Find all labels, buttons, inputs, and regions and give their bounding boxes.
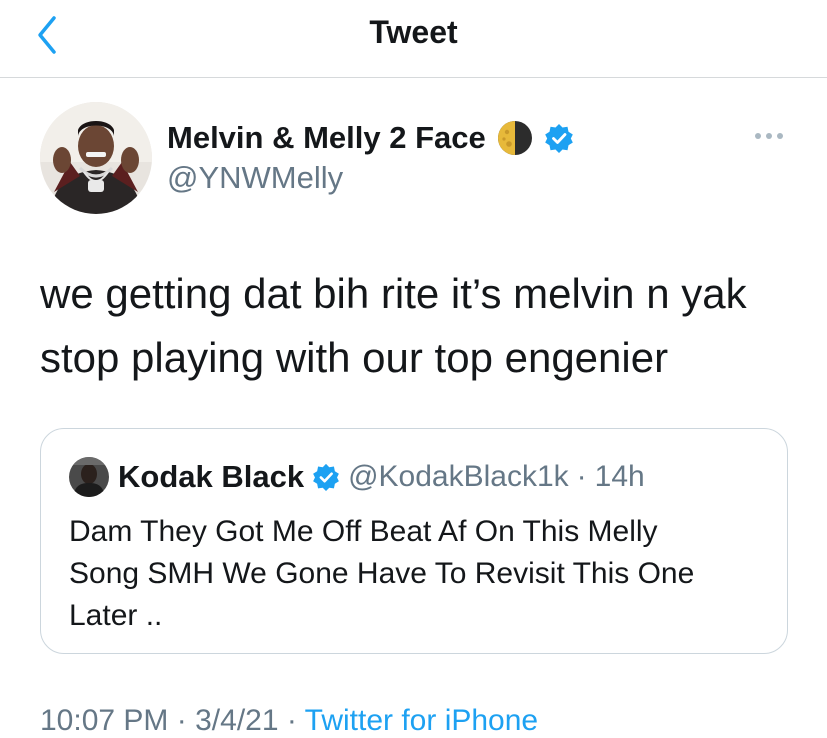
tweet-text-line: we getting dat bih rite it’s melvin n ya… bbox=[40, 270, 747, 317]
author-name[interactable]: Melvin & Melly 2 Face bbox=[167, 120, 486, 156]
avatar-image bbox=[69, 457, 109, 497]
separator-dot: · bbox=[576, 460, 587, 493]
author-handle[interactable]: @YNWMelly bbox=[167, 160, 343, 196]
verified-badge-icon bbox=[544, 124, 573, 153]
more-options-button[interactable] bbox=[752, 126, 788, 146]
quoted-tweet-age: 14h bbox=[594, 460, 645, 493]
quoted-tweet-header: Kodak Black @KodakBlack1k · 14h bbox=[118, 457, 645, 497]
separator-dot: · bbox=[176, 704, 187, 737]
tweet-meta: 10:07 PM · 3/4/21 · Twitter for iPhone bbox=[40, 704, 538, 738]
verified-badge-icon bbox=[313, 463, 339, 491]
more-options-icon bbox=[755, 133, 783, 139]
quoted-author-name: Kodak Black bbox=[118, 459, 305, 494]
quoted-text-line: Dam They Got Me Off Beat Af On This Mell… bbox=[69, 515, 658, 548]
separator-dot: · bbox=[286, 704, 297, 737]
quoted-tweet-text: Dam They Got Me Off Beat Af On This Mell… bbox=[69, 511, 769, 637]
tweet-date: 3/4/21 bbox=[195, 704, 279, 737]
quoted-author-handle: @KodakBlack1k bbox=[348, 460, 569, 493]
top-nav-bar: Tweet bbox=[0, 0, 827, 78]
quoted-tweet-card[interactable]: Kodak Black @KodakBlack1k · 14h Dam They… bbox=[40, 428, 788, 654]
author-name-row: Melvin & Melly 2 Face bbox=[167, 118, 574, 158]
author-avatar[interactable] bbox=[40, 102, 152, 214]
tweet-text-line: stop playing with our top engenier bbox=[40, 334, 669, 381]
page-title: Tweet bbox=[369, 14, 458, 50]
half-moon-emoji bbox=[497, 121, 532, 155]
quoted-author-avatar bbox=[69, 457, 109, 497]
tweet-text: we getting dat bih rite it’s melvin n ya… bbox=[40, 262, 800, 390]
quoted-text-line: Song SMH We Gone Have To Revisit This On… bbox=[69, 557, 695, 590]
tweet-source-link[interactable]: Twitter for iPhone bbox=[305, 704, 538, 737]
avatar-image bbox=[40, 102, 152, 214]
tweet-time: 10:07 PM bbox=[40, 704, 169, 737]
quoted-text-line: Later .. bbox=[69, 599, 163, 632]
